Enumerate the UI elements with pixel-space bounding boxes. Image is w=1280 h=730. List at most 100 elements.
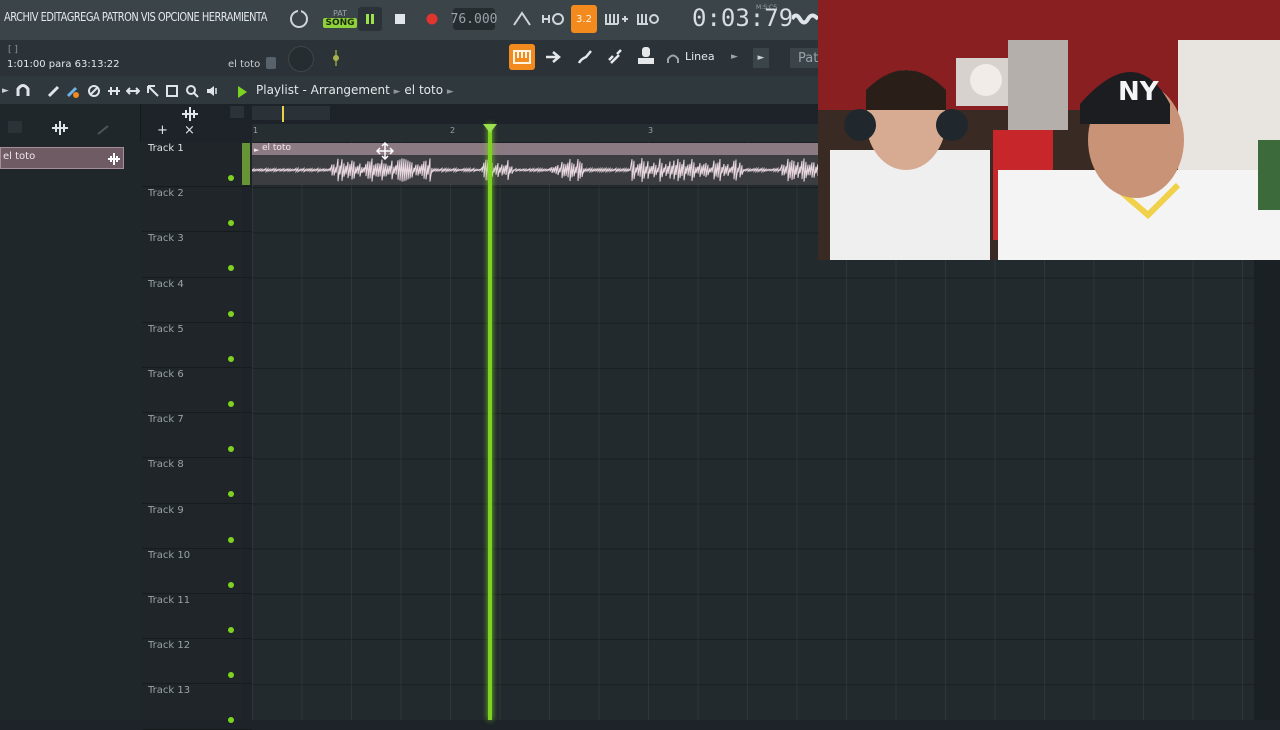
track-label[interactable]: Track 8 [148,459,184,470]
track-active-led[interactable] [228,355,234,362]
ruler-bar-2: 2 [450,126,456,135]
track-divider [142,321,252,323]
track-label[interactable]: Track 10 [148,550,190,561]
track-active-led[interactable] [228,581,234,588]
add-track-icon[interactable]: + [157,123,168,138]
snap-mode-label[interactable]: Linea [685,50,715,63]
current-pattern-name[interactable]: el toto [228,59,260,70]
track-label[interactable]: Track 3 [148,233,184,244]
loop-icon[interactable] [287,7,311,31]
horizontal-scrollbar[interactable] [252,106,330,120]
slice-icon[interactable] [125,83,141,97]
pattern-lock-icon[interactable] [266,57,276,69]
headphones-icon [666,51,680,65]
zoom-icon[interactable] [185,83,199,98]
webcam-overlay: NY [818,0,1280,260]
song-mode-toggle[interactable]: PAT SONG [323,9,357,31]
picker-item-label: el toto [3,151,36,162]
track-divider [142,457,252,459]
track-divider [142,276,252,278]
timecode-unit: M:S:CS [756,4,778,11]
picker-automation-icon[interactable] [96,121,110,135]
playlist-menu-arrow-icon[interactable]: ► [2,86,9,96]
svg-text:NY: NY [1118,77,1160,107]
piano-icon[interactable] [509,44,535,70]
track-label[interactable]: Track 2 [148,188,184,199]
arrow-icon[interactable] [545,49,563,65]
audio-clip-header[interactable] [252,143,820,155]
brush-icon[interactable] [576,48,594,66]
slip-icon[interactable] [107,83,121,97]
stop-icon [395,14,405,24]
speaker-icon[interactable] [205,83,219,97]
main-toolbar: ARCHIV EDITAGREGA PATRON VIS OPCIONE HER… [0,0,820,40]
track-label[interactable]: Track 12 [148,640,190,651]
track-grid-icon[interactable] [230,106,244,118]
picker-patterns-icon[interactable] [8,121,22,133]
timeline-ruler[interactable]: 1 2 3 [252,124,820,142]
playlist-pattern-name[interactable]: el toto [404,83,443,97]
master-volume-knob[interactable] [288,46,314,72]
record-button[interactable] [420,7,444,31]
stop-button[interactable] [388,7,412,31]
pencil-icon[interactable] [47,83,61,98]
tempo-display[interactable]: 76.000 [451,8,497,30]
ruler-bar-3: 3 [648,126,654,135]
track-divider [142,593,252,594]
breadcrumb-separator-icon: ► [393,87,401,97]
play-pattern-icon[interactable]: ► [753,48,769,68]
track-label[interactable]: Track 5 [148,324,184,335]
track-divider [142,367,252,368]
fullscreen-icon[interactable] [165,83,179,97]
track-label[interactable]: Track 13 [148,685,190,696]
main-menu[interactable]: ARCHIV EDITAGREGA PATRON VIS OPCIONE HER… [4,10,267,24]
track-divider [142,412,252,414]
record-icon [426,13,438,25]
step-edit-icon[interactable] [635,7,661,31]
close-icon[interactable]: × [184,123,195,138]
select-icon[interactable] [146,83,160,97]
snap-dropdown-arrow-icon[interactable]: ► [731,52,738,62]
move-cursor-icon [375,141,395,161]
track-divider [142,502,252,504]
pitch-icon[interactable] [330,50,342,66]
pause-button[interactable] [358,7,382,31]
track-active-led[interactable] [228,401,234,407]
snap-button[interactable]: 3.2 [571,5,597,33]
song-label: SONG [323,18,357,28]
track-label[interactable]: Track 11 [148,595,190,606]
track-header-column [140,142,242,720]
magnet-icon[interactable] [16,83,30,97]
song-position-display[interactable]: 0:03:79 [692,4,793,32]
track-label[interactable]: Track 1 [148,143,184,154]
track-divider [142,547,252,549]
track-active-led[interactable] [228,536,234,543]
hint-brackets: [ ] [8,45,18,55]
track-label[interactable]: Track 6 [148,369,184,380]
track-divider [142,683,252,685]
metronome-icon[interactable] [510,7,534,31]
clip-arrow-icon: ► [254,146,260,154]
link-icon[interactable] [606,48,624,66]
track-active-led[interactable] [228,175,234,181]
move-icon[interactable] [181,106,199,121]
clip-start-handle[interactable] [242,143,250,185]
paint-icon[interactable] [66,83,80,98]
track-label[interactable]: Track 9 [148,505,184,516]
mute-icon[interactable] [87,83,101,97]
playhead-line[interactable] [488,124,492,720]
playlist-play-icon[interactable] [235,84,249,98]
track-active-led[interactable] [228,627,234,633]
picker-audio-icon[interactable] [50,120,70,135]
pattern-loop-icon[interactable] [540,7,566,31]
track-active-led[interactable] [228,310,234,317]
track-label[interactable]: Track 7 [148,414,184,425]
playlist-title: Playlist - Arrangement [256,83,390,97]
typing-keyboard-icon[interactable] [603,7,629,31]
track-divider [142,728,252,730]
pattern-selector[interactable]: Patr [790,48,820,68]
stamp-icon[interactable] [636,46,656,68]
track-label[interactable]: Track 4 [148,279,184,290]
playhead-marker-icon[interactable] [483,124,497,133]
track-active-led[interactable] [228,717,234,724]
